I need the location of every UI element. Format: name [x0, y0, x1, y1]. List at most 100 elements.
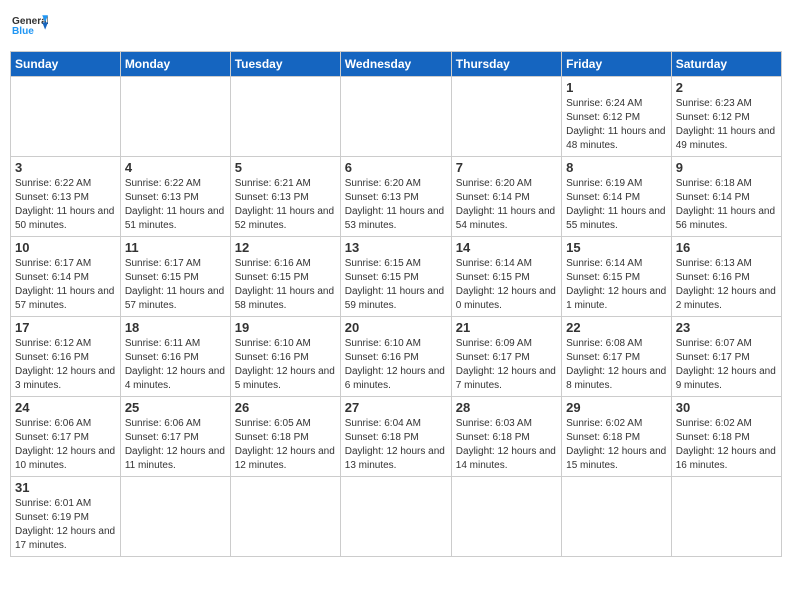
- day-header-tuesday: Tuesday: [230, 52, 340, 77]
- calendar-cell: [230, 477, 340, 557]
- calendar-cell: [11, 77, 121, 157]
- calendar-cell: 30 Sunrise: 6:02 AM Sunset: 6:18 PM Dayli…: [671, 397, 781, 477]
- calendar-cell: 20 Sunrise: 6:10 AM Sunset: 6:16 PM Dayli…: [340, 317, 451, 397]
- day-number: 16: [676, 240, 777, 255]
- day-info: Sunrise: 6:06 AM Sunset: 6:17 PM Dayligh…: [125, 417, 226, 473]
- day-info: Sunrise: 6:11 AM Sunset: 6:16 PM Dayligh…: [125, 337, 226, 393]
- day-number: 22: [566, 320, 667, 335]
- calendar-cell: [340, 477, 451, 557]
- calendar-cell: 1Sunrise: 6:24 AM Sunset: 6:12 PM Daylig…: [562, 77, 672, 157]
- calendar-cell: 27Sunrise: 6:04 AM Sunset: 6:18 PM Dayli…: [340, 397, 451, 477]
- calendar-cell: 26 Sunrise: 6:05 AM Sunset: 6:18 PM Dayli…: [230, 397, 340, 477]
- calendar-cell: 17Sunrise: 6:12 AM Sunset: 6:16 PM Dayli…: [11, 317, 121, 397]
- day-number: 15: [566, 240, 667, 255]
- day-header-wednesday: Wednesday: [340, 52, 451, 77]
- svg-text:Blue: Blue: [12, 26, 34, 37]
- calendar-cell: [562, 477, 672, 557]
- day-number: 18: [125, 320, 226, 335]
- day-info: Sunrise: 6:12 AM Sunset: 6:16 PM Dayligh…: [15, 337, 116, 393]
- calendar-cell: 15 Sunrise: 6:14 AM Sunset: 6:15 PM Dayli…: [562, 237, 672, 317]
- calendar-cell: 11 Sunrise: 6:17 AM Sunset: 6:15 PM Dayli…: [120, 237, 230, 317]
- day-number: 31: [15, 480, 116, 495]
- calendar-cell: 14Sunrise: 6:14 AM Sunset: 6:15 PM Dayli…: [451, 237, 561, 317]
- calendar-cell: [671, 477, 781, 557]
- calendar-cell: 22Sunrise: 6:08 AM Sunset: 6:17 PM Dayli…: [562, 317, 672, 397]
- day-info: Sunrise: 6:19 AM Sunset: 6:14 PM Dayligh…: [566, 177, 667, 233]
- calendar-week-row: 10 Sunrise: 6:17 AM Sunset: 6:14 PM Dayli…: [11, 237, 782, 317]
- logo: General Blue: [10, 14, 48, 45]
- day-number: 7: [456, 160, 557, 175]
- calendar-cell: 24Sunrise: 6:06 AM Sunset: 6:17 PM Dayli…: [11, 397, 121, 477]
- day-info: Sunrise: 6:14 AM Sunset: 6:15 PM Dayligh…: [566, 257, 667, 313]
- day-number: 9: [676, 160, 777, 175]
- calendar-cell: [120, 77, 230, 157]
- day-header-monday: Monday: [120, 52, 230, 77]
- calendar-cell: 23 Sunrise: 6:07 AM Sunset: 6:17 PM Dayli…: [671, 317, 781, 397]
- day-number: 20: [345, 320, 447, 335]
- day-info: Sunrise: 6:16 AM Sunset: 6:15 PM Dayligh…: [235, 257, 336, 313]
- calendar-week-row: 24Sunrise: 6:06 AM Sunset: 6:17 PM Dayli…: [11, 397, 782, 477]
- calendar-cell: 29Sunrise: 6:02 AM Sunset: 6:18 PM Dayli…: [562, 397, 672, 477]
- day-info: Sunrise: 6:23 AM Sunset: 6:12 PM Dayligh…: [676, 97, 777, 153]
- day-info: Sunrise: 6:09 AM Sunset: 6:17 PM Dayligh…: [456, 337, 557, 393]
- calendar-week-row: 1Sunrise: 6:24 AM Sunset: 6:12 PM Daylig…: [11, 77, 782, 157]
- calendar-cell: 31Sunrise: 6:01 AM Sunset: 6:19 PM Dayli…: [11, 477, 121, 557]
- calendar-week-row: 3 Sunrise: 6:22 AM Sunset: 6:13 PM Daylig…: [11, 157, 782, 237]
- calendar-cell: 19Sunrise: 6:10 AM Sunset: 6:16 PM Dayli…: [230, 317, 340, 397]
- day-number: 30: [676, 400, 777, 415]
- calendar-cell: 5Sunrise: 6:21 AM Sunset: 6:13 PM Daylig…: [230, 157, 340, 237]
- day-info: Sunrise: 6:22 AM Sunset: 6:13 PM Dayligh…: [15, 177, 116, 233]
- calendar-week-row: 31Sunrise: 6:01 AM Sunset: 6:19 PM Dayli…: [11, 477, 782, 557]
- logo-area: General Blue: [10, 10, 48, 45]
- calendar-cell: [340, 77, 451, 157]
- day-info: Sunrise: 6:21 AM Sunset: 6:13 PM Dayligh…: [235, 177, 336, 233]
- svg-text:General: General: [12, 16, 48, 27]
- calendar-cell: 6Sunrise: 6:20 AM Sunset: 6:13 PM Daylig…: [340, 157, 451, 237]
- calendar-cell: 25 Sunrise: 6:06 AM Sunset: 6:17 PM Dayli…: [120, 397, 230, 477]
- day-number: 11: [125, 240, 226, 255]
- day-number: 25: [125, 400, 226, 415]
- day-info: Sunrise: 6:02 AM Sunset: 6:18 PM Dayligh…: [676, 417, 777, 473]
- day-number: 21: [456, 320, 557, 335]
- day-number: 2: [676, 80, 777, 95]
- day-number: 13: [345, 240, 447, 255]
- day-number: 3: [15, 160, 116, 175]
- day-number: 27: [345, 400, 447, 415]
- day-number: 10: [15, 240, 116, 255]
- header: General Blue: [10, 10, 782, 45]
- day-info: Sunrise: 6:15 AM Sunset: 6:15 PM Dayligh…: [345, 257, 447, 313]
- day-number: 23: [676, 320, 777, 335]
- day-number: 26: [235, 400, 336, 415]
- day-info: Sunrise: 6:17 AM Sunset: 6:15 PM Dayligh…: [125, 257, 226, 313]
- calendar-cell: 4Sunrise: 6:22 AM Sunset: 6:13 PM Daylig…: [120, 157, 230, 237]
- day-info: Sunrise: 6:24 AM Sunset: 6:12 PM Dayligh…: [566, 97, 667, 153]
- calendar-cell: 10 Sunrise: 6:17 AM Sunset: 6:14 PM Dayli…: [11, 237, 121, 317]
- day-info: Sunrise: 6:05 AM Sunset: 6:18 PM Dayligh…: [235, 417, 336, 473]
- day-number: 28: [456, 400, 557, 415]
- calendar-cell: 13 Sunrise: 6:15 AM Sunset: 6:15 PM Dayli…: [340, 237, 451, 317]
- day-header-thursday: Thursday: [451, 52, 561, 77]
- calendar-cell: [451, 477, 561, 557]
- day-info: Sunrise: 6:07 AM Sunset: 6:17 PM Dayligh…: [676, 337, 777, 393]
- day-number: 12: [235, 240, 336, 255]
- day-info: Sunrise: 6:02 AM Sunset: 6:18 PM Dayligh…: [566, 417, 667, 473]
- calendar-cell: 21 Sunrise: 6:09 AM Sunset: 6:17 PM Dayli…: [451, 317, 561, 397]
- day-number: 14: [456, 240, 557, 255]
- day-header-friday: Friday: [562, 52, 672, 77]
- calendar-body: 1Sunrise: 6:24 AM Sunset: 6:12 PM Daylig…: [11, 77, 782, 557]
- day-number: 19: [235, 320, 336, 335]
- day-headers-row: SundayMondayTuesdayWednesdayThursdayFrid…: [11, 52, 782, 77]
- day-info: Sunrise: 6:10 AM Sunset: 6:16 PM Dayligh…: [345, 337, 447, 393]
- day-number: 6: [345, 160, 447, 175]
- day-info: Sunrise: 6:13 AM Sunset: 6:16 PM Dayligh…: [676, 257, 777, 313]
- calendar-week-row: 17Sunrise: 6:12 AM Sunset: 6:16 PM Dayli…: [11, 317, 782, 397]
- day-info: Sunrise: 6:17 AM Sunset: 6:14 PM Dayligh…: [15, 257, 116, 313]
- calendar-cell: 16 Sunrise: 6:13 AM Sunset: 6:16 PM Dayli…: [671, 237, 781, 317]
- calendar-cell: 2 Sunrise: 6:23 AM Sunset: 6:12 PM Daylig…: [671, 77, 781, 157]
- day-header-sunday: Sunday: [11, 52, 121, 77]
- calendar-header: SundayMondayTuesdayWednesdayThursdayFrid…: [11, 52, 782, 77]
- day-number: 8: [566, 160, 667, 175]
- day-info: Sunrise: 6:18 AM Sunset: 6:14 PM Dayligh…: [676, 177, 777, 233]
- calendar-table: SundayMondayTuesdayWednesdayThursdayFrid…: [10, 51, 782, 557]
- day-info: Sunrise: 6:06 AM Sunset: 6:17 PM Dayligh…: [15, 417, 116, 473]
